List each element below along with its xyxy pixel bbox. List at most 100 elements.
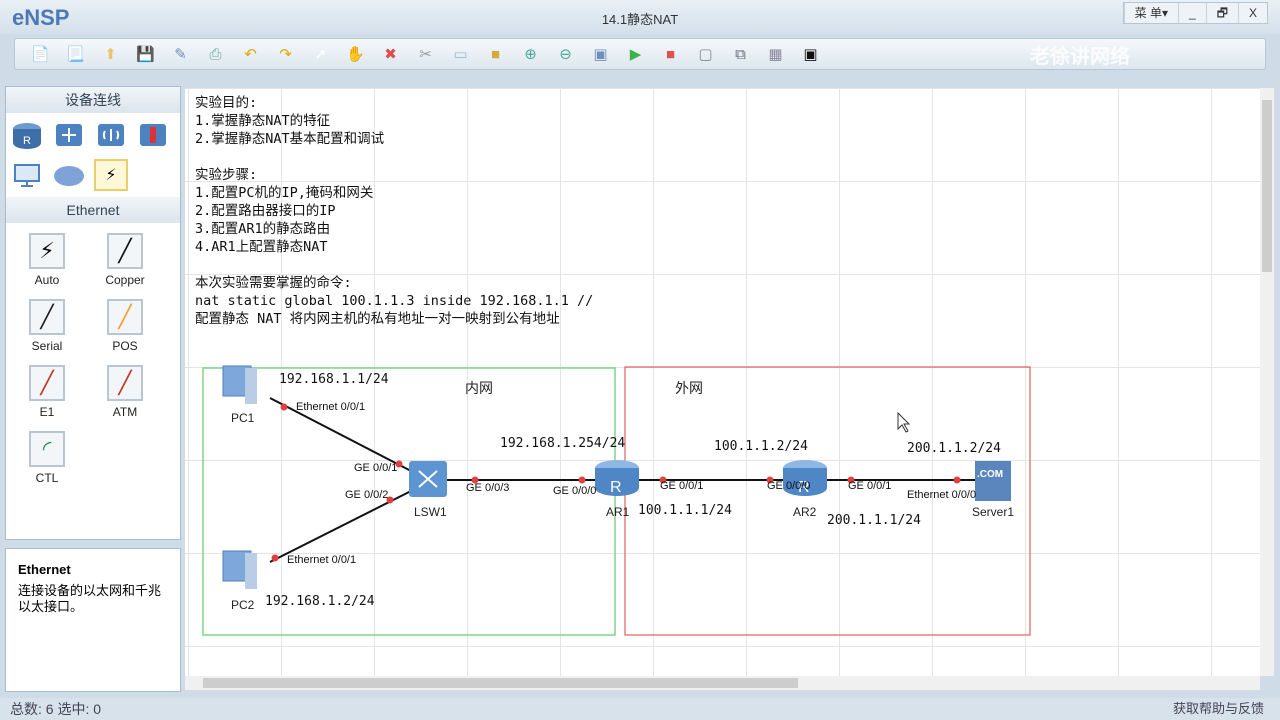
pc2-label: PC2	[231, 598, 255, 612]
minimize-button[interactable]: _	[1178, 3, 1206, 23]
capture-icon[interactable]: ▢	[688, 42, 723, 66]
console-icon[interactable]: ▣	[793, 42, 828, 66]
pc1-label: PC1	[231, 411, 255, 425]
server1-icon[interactable]: .COM	[975, 461, 1011, 501]
inner-zone-label: 内网	[465, 380, 493, 396]
ip-label: 192.168.1.254/24	[500, 436, 626, 451]
cloud-category-icon[interactable]	[52, 159, 86, 191]
cable-e1[interactable]: ╱ E1	[8, 365, 86, 419]
port-label: GE 0/0/1	[660, 480, 704, 492]
cable-label: E1	[39, 405, 55, 419]
port-label: Ethernet 0/0/1	[296, 401, 366, 413]
title-bar: eNSP 14.1静态NAT 菜 单▾ _ 🗗 X	[0, 0, 1280, 34]
cable-label: Copper	[105, 273, 145, 287]
new-topology-icon[interactable]: 📄	[23, 42, 58, 66]
window-title: 14.1静态NAT	[601, 12, 679, 27]
lsw1-icon[interactable]	[409, 461, 447, 497]
ip-label: 100.1.1.1/24	[638, 503, 732, 518]
palette-icon[interactable]: ■	[478, 42, 513, 66]
cable-label: CTL	[35, 471, 59, 485]
port-label: Ethernet 0/0/1	[287, 554, 357, 566]
delete-icon[interactable]: ✖	[373, 42, 408, 66]
pan-icon[interactable]: ✋	[338, 42, 373, 66]
cable-serial[interactable]: ╱ Serial	[8, 299, 86, 353]
pc-category-icon[interactable]	[10, 159, 44, 191]
cable-e1-icon: ╱	[29, 365, 65, 401]
close-button[interactable]: X	[1237, 3, 1267, 23]
ar2-label: AR2	[793, 505, 817, 519]
new-script-icon[interactable]: 📃	[58, 42, 93, 66]
cable-serial-icon: ╱	[29, 299, 65, 335]
wireless-category-icon[interactable]	[94, 119, 128, 151]
pc2-icon[interactable]	[222, 550, 257, 589]
port-label: GE 0/0/0	[767, 480, 811, 492]
ip-label: 192.168.1.1/24	[279, 372, 389, 387]
router-category-icon[interactable]: R	[10, 119, 44, 151]
cable-pos-icon: ╱	[107, 299, 143, 335]
watermark: 老徐讲网络	[1030, 46, 1130, 68]
ip-label: 100.1.1.2/24	[714, 439, 808, 454]
pc1-icon[interactable]	[222, 365, 257, 404]
port-label: GE 0/0/1	[848, 480, 892, 492]
ar1-label: AR1	[606, 505, 630, 519]
cable-section-title: Ethernet	[6, 197, 180, 223]
cable-label: Serial	[31, 339, 63, 353]
save-as-icon[interactable]: ✎	[163, 42, 198, 66]
cable-auto[interactable]: ⚡ Auto	[8, 233, 86, 287]
lsw1-label: LSW1	[414, 505, 447, 519]
status-count: 总数: 6 选中: 0	[10, 701, 102, 717]
cable-auto-icon: ⚡	[29, 233, 65, 269]
vertical-scroll-thumb[interactable]	[1262, 100, 1272, 272]
cable-atm-icon: ╱	[107, 365, 143, 401]
mouse-cursor	[897, 411, 911, 433]
description-panel: Ethernet 连接设备的以太网和千兆以太接口。	[5, 548, 181, 692]
topology-canvas[interactable]: 实验目的: 1.掌握静态NAT的特征 2.掌握静态NAT基本配置和调试 实验步骤…	[185, 88, 1260, 676]
ar1-router-icon[interactable]: R	[595, 460, 639, 496]
cable-ctl[interactable]: ◜ CTL	[8, 431, 86, 485]
device-section-title: 设备连线	[6, 87, 180, 113]
topology-icon[interactable]: ⧉	[723, 42, 758, 66]
port-label: GE 0/0/2	[345, 489, 389, 501]
save-icon[interactable]: 💾	[128, 42, 163, 66]
redo-icon[interactable]: ↷	[268, 42, 303, 66]
open-icon[interactable]: ⬆	[93, 42, 128, 66]
delete-link-icon[interactable]: ✂	[408, 42, 443, 66]
server1-label: Server1	[972, 505, 1015, 519]
grid-icon[interactable]: ▦	[758, 42, 793, 66]
port-label: GE 0/0/0	[553, 485, 597, 497]
description-title: Ethernet	[18, 562, 71, 577]
device-panel: 设备连线 R ⚡ Ethernet ⚡ Auto ╱ Copper ╱ Serial ╱ PO…	[5, 86, 181, 540]
help-feedback-link[interactable]: 获取帮助与反馈	[1173, 698, 1264, 720]
cable-ctl-icon: ◜	[29, 431, 65, 467]
description-text: 连接设备的以太网和千兆以太接口。	[18, 583, 162, 614]
cable-pos[interactable]: ╱ POS	[86, 299, 164, 353]
port-label: Ethernet 0/0/0	[907, 489, 977, 501]
switch-category-icon[interactable]	[52, 119, 86, 151]
outer-zone	[624, 366, 1031, 636]
zoom-in-icon[interactable]: ⊕	[513, 42, 548, 66]
start-icon[interactable]: ▶	[618, 42, 653, 66]
stop-icon[interactable]: ■	[653, 42, 688, 66]
cable-copper[interactable]: ╱ Copper	[86, 233, 164, 287]
text-icon[interactable]: ▭	[443, 42, 478, 66]
undo-icon[interactable]: ↶	[233, 42, 268, 66]
zoom-out-icon[interactable]: ⊖	[548, 42, 583, 66]
svg-text:.COM: .COM	[977, 469, 1003, 480]
print-icon[interactable]: ⎙	[198, 42, 233, 66]
horizontal-scroll-thumb[interactable]	[203, 678, 798, 688]
cable-label: POS	[112, 339, 138, 353]
cable-label: ATM	[112, 405, 138, 419]
ip-label: 200.1.1.1/24	[827, 513, 921, 528]
cable-copper-icon: ╱	[107, 233, 143, 269]
cable-category-icon[interactable]: ⚡	[94, 159, 128, 191]
select-icon[interactable]: ➚	[303, 42, 338, 66]
outer-zone-label: 外网	[675, 380, 703, 396]
port-label: GE 0/0/3	[466, 482, 510, 494]
menu-button[interactable]: 菜 单▾	[1123, 3, 1178, 23]
cable-atm[interactable]: ╱ ATM	[86, 365, 164, 419]
svg-text:R: R	[610, 479, 622, 496]
port-label: GE 0/0/1	[354, 462, 398, 474]
fit-icon[interactable]: ▣	[583, 42, 618, 66]
firewall-category-icon[interactable]	[136, 119, 170, 151]
restore-button[interactable]: 🗗	[1205, 3, 1238, 23]
